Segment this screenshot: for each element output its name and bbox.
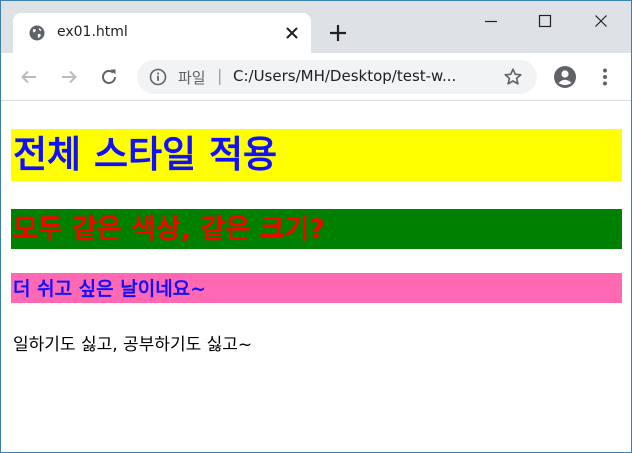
reload-icon[interactable] xyxy=(97,65,121,89)
info-icon[interactable] xyxy=(149,68,167,86)
address-bar[interactable]: 파일 | C:/Users/MH/Desktop/test-w... xyxy=(137,60,537,94)
close-tab-icon[interactable] xyxy=(283,24,301,42)
forward-arrow-icon[interactable] xyxy=(57,65,81,89)
bookmark-star-icon[interactable] xyxy=(503,67,523,87)
tab-title: ex01.html xyxy=(57,24,128,40)
paragraph: 일하기도 싫고, 공부하기도 싫고~ xyxy=(13,335,253,355)
tab-strip: ex01.html xyxy=(1,1,631,53)
back-arrow-icon[interactable] xyxy=(17,65,41,89)
toolbar: 파일 | C:/Users/MH/Desktop/test-w... xyxy=(1,53,631,101)
scheme-separator: | xyxy=(217,66,223,85)
heading-2: 모두 같은 색상, 같은 크기? xyxy=(11,209,622,249)
profile-icon[interactable] xyxy=(553,65,577,89)
heading-3: 더 쉬고 싶은 날이네요~ xyxy=(11,273,622,303)
close-window-icon[interactable] xyxy=(589,9,613,33)
maximize-icon[interactable] xyxy=(533,9,557,33)
url-text[interactable]: C:/Users/MH/Desktop/test-w... xyxy=(233,67,483,85)
tab-active[interactable]: ex01.html xyxy=(13,13,311,53)
browser-window: ex01.html 파일 | C:/Users/MH/Desktop/test-… xyxy=(0,0,632,453)
page-content: 전체 스타일 적용 모두 같은 색상, 같은 크기? 더 쉬고 싶은 날이네요~… xyxy=(1,101,631,452)
new-tab-icon[interactable] xyxy=(327,22,349,44)
more-menu-icon[interactable] xyxy=(593,65,617,89)
minimize-icon[interactable] xyxy=(479,9,503,33)
heading-1: 전체 스타일 적용 xyxy=(11,129,622,181)
scheme-label: 파일 xyxy=(178,69,206,87)
globe-icon xyxy=(29,25,45,41)
